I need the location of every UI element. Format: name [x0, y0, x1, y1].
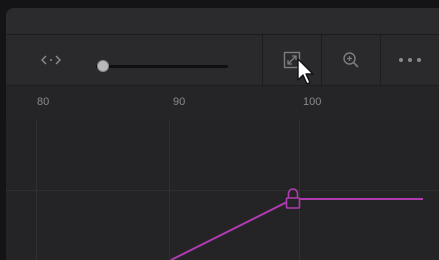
zoom-in-button[interactable] [322, 35, 380, 85]
code-brackets-icon[interactable] [36, 35, 66, 85]
time-ruler[interactable]: 80 90 100 [6, 86, 439, 121]
mouse-cursor-icon [297, 58, 314, 85]
ruler-tick-label: 100 [303, 96, 322, 108]
more-options-icon [399, 58, 421, 62]
ruler-tick-label: 80 [37, 96, 50, 108]
zoom-slider-thumb[interactable] [96, 60, 109, 72]
panel-title-bar [6, 8, 439, 35]
curve-graph-area[interactable] [6, 120, 439, 260]
curve-editor-panel: 80 90 100 [6, 8, 439, 260]
lock-keyframe-icon[interactable] [285, 188, 301, 209]
animation-curve [170, 188, 423, 260]
zoom-slider-track[interactable] [96, 65, 228, 68]
ruler-tick-label: 90 [173, 96, 186, 108]
more-options-button[interactable] [381, 35, 439, 85]
curve-editor-toolbar [6, 35, 439, 86]
zoom-in-icon [343, 52, 359, 68]
